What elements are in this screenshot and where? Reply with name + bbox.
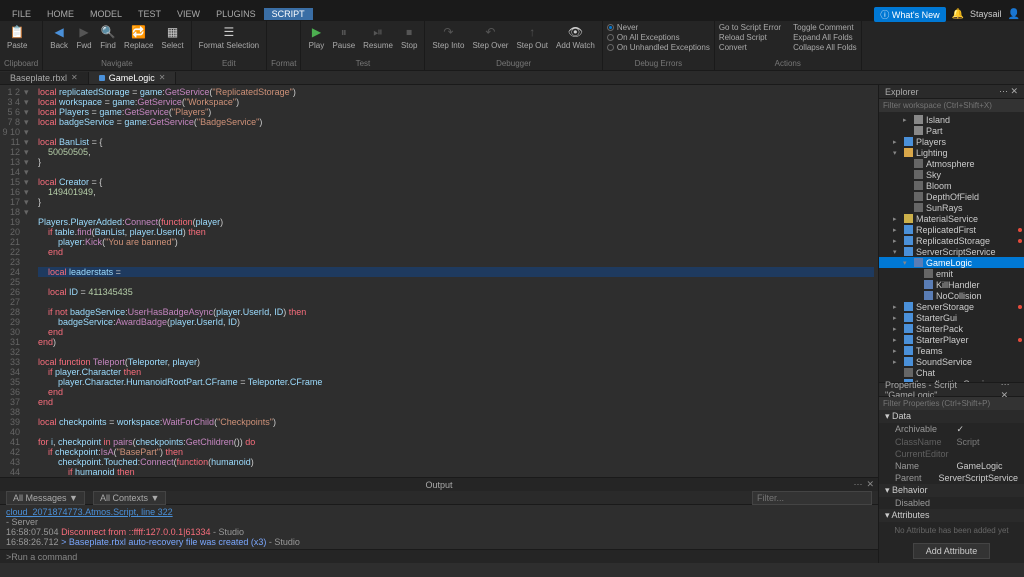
tree-item[interactable]: ▸Players [879, 136, 1024, 147]
prop-row[interactable]: NameGameLogic [879, 460, 1024, 472]
tree-item[interactable]: ▸StarterGui [879, 312, 1024, 323]
ribbon-pause-button[interactable]: ⏸Pause [329, 23, 358, 51]
action-item[interactable]: Expand All Folds [793, 33, 857, 42]
code-editor[interactable]: 1 2 3 4 5 6 7 8 9 10 11 12 13 14 15 16 1… [0, 85, 878, 477]
menu-tab-script[interactable]: SCRIPT [264, 8, 313, 20]
tree-item[interactable]: ▸StarterPlayer [879, 334, 1024, 345]
ribbon-stop-button[interactable]: ⏹Stop [398, 23, 420, 51]
tree-item[interactable]: ▾GameLogic [879, 257, 1024, 268]
attr-empty-msg: No Attribute has been added yet [879, 522, 1024, 539]
explorer-search-input[interactable] [879, 99, 1024, 112]
tree-item[interactable]: Atmosphere [879, 158, 1024, 169]
file-tab[interactable]: Baseplate.rbxl ✕ [0, 72, 89, 84]
prop-section-header[interactable]: ▾ Data [879, 410, 1024, 423]
tree-item[interactable]: emit [879, 268, 1024, 279]
tree-item[interactable]: ▸LocalizationService [879, 378, 1024, 382]
add-attribute-button[interactable]: Add Attribute [913, 543, 991, 559]
tree-item[interactable]: DepthOfField [879, 191, 1024, 202]
prop-row[interactable]: Archivable✓ [879, 423, 1024, 436]
tree-item[interactable]: Sky [879, 169, 1024, 180]
menu-tab-view[interactable]: VIEW [169, 8, 208, 20]
tree-item[interactable]: SunRays [879, 202, 1024, 213]
close-icon[interactable]: ✕ [71, 73, 78, 82]
output-messages-dropdown[interactable]: All Messages ▼ [6, 491, 85, 505]
prop-row[interactable]: ParentServerScriptService [879, 472, 1024, 484]
explorer-header: Explorer⋯ ✕ [879, 85, 1024, 99]
output-menu-icon[interactable]: ⋯ [853, 479, 862, 490]
debug-error-option[interactable]: Never [607, 23, 710, 32]
notification-icon[interactable]: 🔔 [952, 9, 964, 20]
tree-item[interactable]: ▸SoundService [879, 356, 1024, 367]
action-item[interactable]: Go to Script Error [719, 23, 781, 32]
ribbon-step-over-button[interactable]: ↶Step Over [469, 23, 511, 51]
explorer-close-icon[interactable]: ⋯ ✕ [999, 86, 1018, 97]
tree-item[interactable]: ▸Teams [879, 345, 1024, 356]
output-body[interactable]: cloud_2071874773.Atmos.Script, line 322 … [0, 505, 878, 549]
ribbon-play-button[interactable]: ▶Play [305, 23, 327, 51]
file-tab[interactable]: GameLogic ✕ [89, 72, 177, 84]
ribbon-add-watch-button[interactable]: 👁Add Watch [553, 23, 598, 51]
explorer-tree[interactable]: ▸IslandPart▸Players▾LightingAtmosphereSk… [879, 112, 1024, 382]
prop-section-header[interactable]: ▾ Behavior [879, 484, 1024, 497]
tree-item[interactable]: Bloom [879, 180, 1024, 191]
tree-item[interactable]: ▸ServerStorage [879, 301, 1024, 312]
tree-item[interactable]: Chat [879, 367, 1024, 378]
menu-tab-home[interactable]: HOME [39, 8, 82, 20]
prop-section-header[interactable]: ▾ Attributes [879, 509, 1024, 522]
action-item[interactable]: Collapse All Folds [793, 43, 857, 52]
menu-tab-plugins[interactable]: PLUGINS [208, 8, 264, 20]
tree-item[interactable]: KillHandler [879, 279, 1024, 290]
ribbon-resume-button[interactable]: ⏯Resume [360, 23, 396, 51]
ribbon-paste-button[interactable]: 📋Paste [4, 23, 30, 51]
menu-tab-test[interactable]: TEST [130, 8, 169, 20]
tree-item[interactable]: ▸Island [879, 114, 1024, 125]
file-tabstrip: Baseplate.rbxl ✕GameLogic ✕ [0, 71, 1024, 85]
ribbon-step-out-button[interactable]: ↑Step Out [513, 23, 551, 51]
ribbon-replace-button[interactable]: 🔁Replace [121, 23, 156, 51]
tree-item[interactable]: ▸MaterialService [879, 213, 1024, 224]
menu-tab-file[interactable]: FILE [4, 8, 39, 20]
output-contexts-dropdown[interactable]: All Contexts ▼ [93, 491, 166, 505]
tree-item[interactable]: ▸ReplicatedFirst [879, 224, 1024, 235]
ribbon-back-button[interactable]: ◀Back [47, 23, 71, 51]
ribbon-step-into-button[interactable]: ↷Step Into [429, 23, 467, 51]
tree-item[interactable]: ▾Lighting [879, 147, 1024, 158]
tree-item[interactable]: ▾ServerScriptService [879, 246, 1024, 257]
user-label[interactable]: Staysail [970, 9, 1002, 19]
debug-error-option[interactable]: On All Exceptions [607, 33, 710, 42]
ribbon: 📋PasteClipboard◀Back▶Fwd🔍Find🔁Replace▦Se… [0, 21, 1024, 71]
ribbon-select-button[interactable]: ▦Select [158, 23, 186, 51]
menubar: FILEHOMEMODELTESTVIEWPLUGINSSCRIPT ⓘ Wha… [0, 7, 1024, 21]
tree-item[interactable]: ▸StarterPack [879, 323, 1024, 334]
command-bar[interactable]: > Run a command [0, 549, 878, 563]
action-item[interactable]: Reload Script [719, 33, 781, 42]
user-avatar-icon[interactable]: 👤 [1008, 9, 1020, 20]
debug-error-option[interactable]: On Unhandled Exceptions [607, 43, 710, 52]
output-filter-input[interactable] [752, 491, 872, 505]
ribbon-find-button[interactable]: 🔍Find [97, 23, 119, 51]
properties-search-input[interactable] [879, 397, 1024, 410]
whats-new-button[interactable]: ⓘ What's New [874, 7, 945, 22]
menu-tab-model[interactable]: MODEL [82, 8, 130, 20]
tree-item[interactable]: Part [879, 125, 1024, 136]
output-panel-header: Output ⋯ ✕ [0, 477, 878, 491]
action-item[interactable]: Convert [719, 43, 781, 52]
prop-row[interactable]: ClassNameScript [879, 436, 1024, 448]
properties-header: Properties - Script "GameLogic"⋯ ✕ [879, 383, 1024, 397]
tree-item[interactable]: ▸ReplicatedStorage [879, 235, 1024, 246]
close-icon[interactable]: ✕ [159, 73, 166, 82]
prop-row[interactable]: CurrentEditor [879, 448, 1024, 460]
action-item[interactable]: Toggle Comment [793, 23, 857, 32]
ribbon-format-selection-button[interactable]: ☰Format Selection [196, 23, 262, 51]
prop-row[interactable]: Disabled [879, 497, 1024, 509]
output-close-icon[interactable]: ✕ [866, 479, 874, 490]
output-toolbar: All Messages ▼ All Contexts ▼ [0, 491, 878, 505]
tree-item[interactable]: NoCollision [879, 290, 1024, 301]
ribbon-fwd-button[interactable]: ▶Fwd [73, 23, 95, 51]
